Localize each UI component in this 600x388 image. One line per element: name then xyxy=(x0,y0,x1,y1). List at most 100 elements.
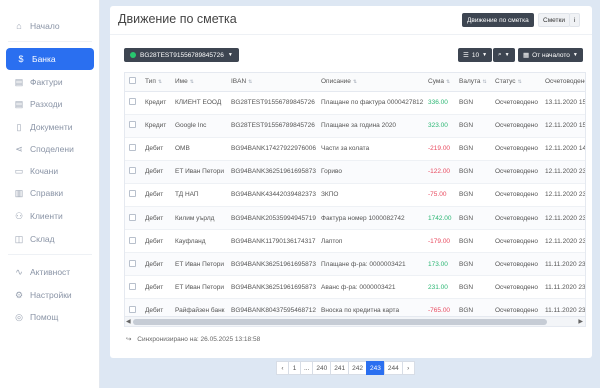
search-dropdown[interactable]: ⌕ ▼ xyxy=(493,48,515,62)
page-button[interactable]: 243 xyxy=(366,361,385,375)
cell-desc: Фактура номер 1000082742 xyxy=(317,206,424,231)
sort-icon[interactable]: ⇅ xyxy=(248,79,252,85)
invoice-icon: ▤ xyxy=(14,76,24,87)
table-row[interactable]: Дебит Килим уърлд BG94BANK20535994945719 Фа… xyxy=(125,206,585,231)
next-page-button[interactable]: › xyxy=(401,361,415,375)
cell-desc: Гориво xyxy=(317,160,424,184)
sort-icon[interactable]: ⇅ xyxy=(158,79,162,85)
row-checkbox[interactable] xyxy=(129,213,136,221)
period-select[interactable]: ▦ От началото ▼ xyxy=(518,48,583,62)
accounts-button[interactable]: Сметки xyxy=(538,13,571,27)
column-header[interactable]: Осчетоводено⇅ xyxy=(541,73,586,92)
scrollbar-thumb[interactable] xyxy=(133,319,547,325)
horizontal-scrollbar[interactable]: ◀ ▶ xyxy=(125,316,585,326)
sidebar-item-0[interactable]: ⌂ Начало xyxy=(0,15,100,37)
cell-currency: BGN xyxy=(455,137,491,161)
cell-iban: BG94BANK20535994945719 xyxy=(227,206,317,231)
row-checkbox[interactable] xyxy=(129,121,136,129)
account-select[interactable]: BG28TEST91556789845726 ▼ xyxy=(124,48,239,62)
table-row[interactable]: Дебит Кауфланд BG94BANK11790136174317 Лапто… xyxy=(125,229,585,254)
cell-amount: -75.00 xyxy=(424,183,455,207)
row-checkbox[interactable] xyxy=(129,259,136,267)
page-button[interactable]: 244 xyxy=(383,361,403,375)
home-icon: ⌂ xyxy=(16,21,22,31)
sidebar-item-5[interactable]: ⋖ Споделени xyxy=(0,138,100,160)
table-row[interactable]: Дебит ТД НАП BG94BANK43442039482373 ЗКПО -75… xyxy=(125,183,585,207)
account-movement-button[interactable]: Движение по сметка xyxy=(462,13,534,27)
row-checkbox[interactable] xyxy=(129,282,136,290)
column-header[interactable]: Тип ⇅ xyxy=(141,73,171,92)
table-row[interactable]: Дебит ЕТ Иван Петори BG94BANK3625196169587… xyxy=(125,275,585,300)
sidebar-item-8[interactable]: ⚇ Клиенти xyxy=(0,205,100,227)
help-icon: ◎ xyxy=(15,311,23,322)
period-value: От началото xyxy=(532,51,570,59)
sort-icon[interactable]: ⇅ xyxy=(353,79,357,85)
sidebar-item-1[interactable]: $ Банка xyxy=(6,48,94,70)
table-row[interactable]: Дебит ЕТ Иван Петори BG94BANK3625196169587… xyxy=(125,252,585,277)
cell-amount: -179.00 xyxy=(424,229,455,254)
sidebar-item-7[interactable]: ▥ Справки xyxy=(0,182,100,204)
column-header-label: Име xyxy=(175,78,188,86)
column-header[interactable]: Описание ⇅ xyxy=(317,73,424,92)
sidebar-item-2[interactable]: ▤ Фактури xyxy=(0,71,100,93)
table-row[interactable]: Кредит Google Inc BG28TEST91556789845726 Пл… xyxy=(125,114,585,138)
sidebar-item-9[interactable]: ◫ Склад xyxy=(0,228,100,250)
cell-status: Осчетоводено xyxy=(491,206,541,231)
sort-icon[interactable]: ⇅ xyxy=(446,79,450,85)
sort-icon[interactable]: ⇅ xyxy=(483,79,487,85)
row-checkbox[interactable] xyxy=(129,167,136,175)
table-row[interactable]: Кредит КЛИЕНТ ЕООД BG28TEST91556789845726 П… xyxy=(125,91,585,115)
table-row[interactable]: Дебит OMB BG94BANK17427922976006 Части за к… xyxy=(125,137,585,161)
column-header[interactable]: Сума ⇅ xyxy=(424,73,455,92)
chevron-down-icon: ▼ xyxy=(482,52,488,58)
cell-amount: 336.00 xyxy=(424,91,455,115)
sidebar-divider xyxy=(8,254,92,255)
page-button[interactable]: 240 xyxy=(312,361,332,375)
column-header[interactable]: Статус ⇅ xyxy=(491,73,541,92)
cell-date: 11.11.2020 23 xyxy=(541,252,585,277)
cell-iban: BG28TEST91556789845726 xyxy=(227,114,317,138)
cell-amount: 323.00 xyxy=(424,114,455,138)
select-all-checkbox[interactable] xyxy=(129,77,136,85)
sort-icon[interactable]: ⇅ xyxy=(518,79,522,85)
chevron-down-icon: ▼ xyxy=(572,52,578,58)
column-header-label: Тип xyxy=(145,78,156,86)
sidebar-item-label: Документи xyxy=(30,122,73,132)
row-checkbox[interactable] xyxy=(129,98,136,106)
cell-iban: BG28TEST91556789845726 xyxy=(227,91,317,115)
sidebar-item-11[interactable]: ⚙ Настройки xyxy=(0,284,100,306)
sidebar-item-label: Настройки xyxy=(30,290,72,300)
info-button[interactable]: i xyxy=(569,13,581,27)
row-checkbox[interactable] xyxy=(129,144,136,152)
sidebar-item-12[interactable]: ◎ Помощ xyxy=(0,306,100,328)
chevron-down-icon: ▼ xyxy=(227,52,233,58)
column-header-label: IBAN xyxy=(231,78,247,86)
column-header[interactable]: Име ⇅ xyxy=(171,73,227,92)
row-checkbox[interactable] xyxy=(129,190,136,198)
cell-status: Осчетоводено xyxy=(491,183,541,207)
cell-type: Дебит xyxy=(141,137,171,161)
sidebar-item-3[interactable]: ▤ Разходи xyxy=(0,93,100,115)
cell-status: Осчетоводено xyxy=(491,229,541,254)
row-checkbox[interactable] xyxy=(129,236,136,244)
page-size-select[interactable]: ☰ 10 ▼ xyxy=(458,48,493,62)
cell-amount: 173.00 xyxy=(424,252,455,277)
sidebar-item-10[interactable]: ∿ Активност xyxy=(0,261,100,283)
page-button[interactable]: 242 xyxy=(348,361,367,375)
cell-date: 12.11.2020 23 xyxy=(541,183,585,207)
page-button[interactable]: 241 xyxy=(330,361,350,375)
scroll-left-icon[interactable]: ◀ xyxy=(126,318,131,325)
column-header-label: Осчетоводено xyxy=(545,78,586,86)
cell-type: Кредит xyxy=(141,114,171,138)
sidebar-item-6[interactable]: ▭ Кочани xyxy=(0,160,100,182)
column-header[interactable]: Валута ⇅ xyxy=(455,73,491,92)
cell-status: Осчетоводено xyxy=(491,275,541,300)
page-title: Движение по сметка xyxy=(118,12,237,26)
sidebar-item-4[interactable]: ▯ Документи xyxy=(0,116,100,138)
row-checkbox[interactable] xyxy=(129,305,136,313)
table-row[interactable]: Дебит ЕТ Иван Петори BG94BANK3625196169587… xyxy=(125,160,585,184)
column-header[interactable]: IBAN ⇅ xyxy=(227,73,317,92)
row-select-cell xyxy=(125,252,141,277)
sort-icon[interactable]: ⇅ xyxy=(190,79,194,85)
scroll-right-icon[interactable]: ▶ xyxy=(578,318,583,325)
